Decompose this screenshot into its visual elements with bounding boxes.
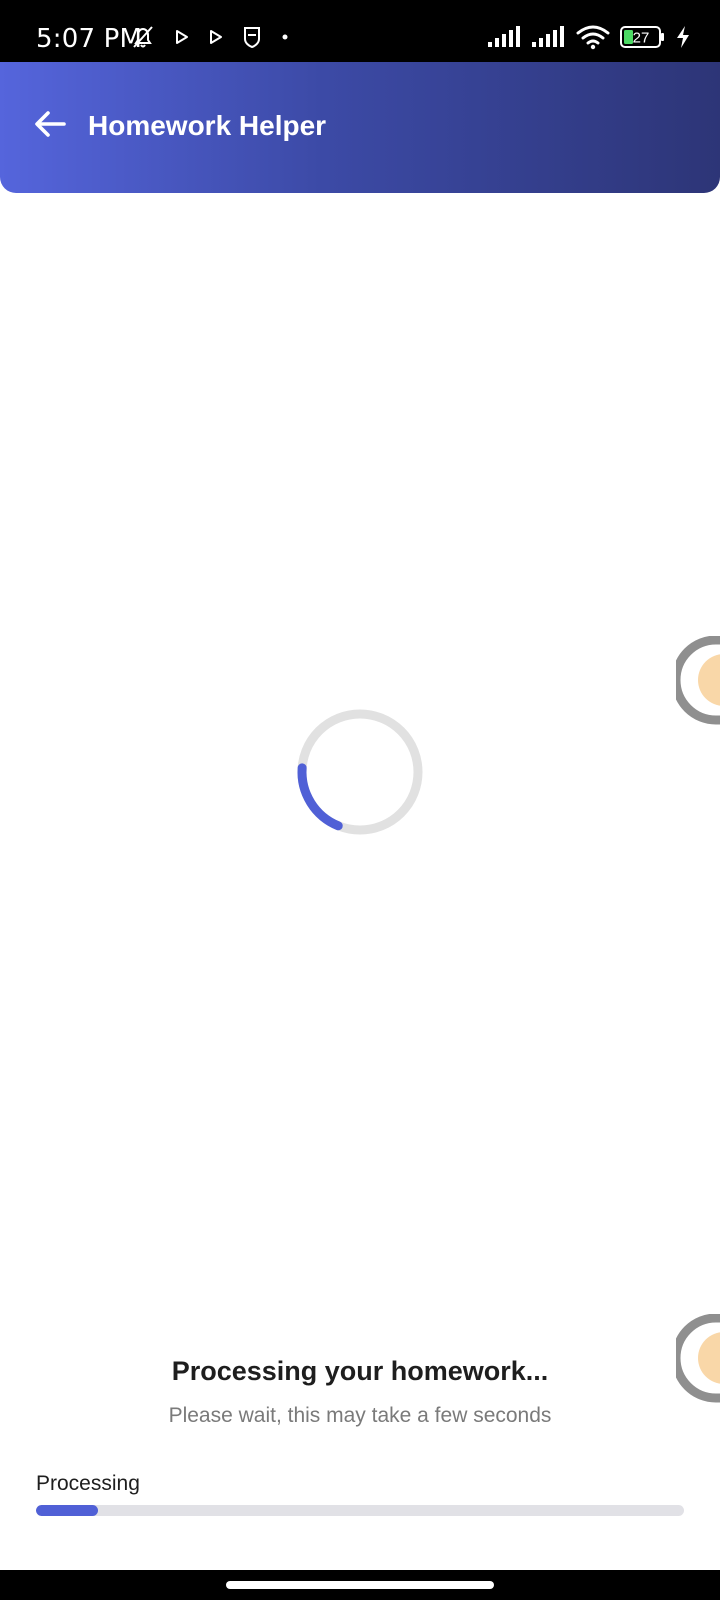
play-icon xyxy=(208,29,224,45)
back-button[interactable] xyxy=(30,104,70,144)
floating-assist-handle[interactable]: T xyxy=(671,635,720,726)
battery-icon: 27 xyxy=(620,25,666,49)
progress-fill xyxy=(36,1505,98,1516)
signal-icon xyxy=(488,26,522,48)
status-bar: 5:07 PM 27 xyxy=(0,0,720,62)
loading-spinner xyxy=(297,709,423,835)
notification-icons xyxy=(130,24,290,50)
processing-subtitle: Please wait, this may take a few seconds xyxy=(168,1404,552,1427)
home-indicator[interactable] xyxy=(226,1581,494,1589)
progress-label: Processing xyxy=(36,1472,140,1495)
processing-title: Processing your homework... xyxy=(171,1356,549,1386)
shield-icon xyxy=(242,25,262,49)
battery-level: 27 xyxy=(633,30,650,47)
play-icon xyxy=(174,29,190,45)
arrow-left-icon xyxy=(34,110,66,138)
dot-icon xyxy=(280,32,290,42)
navigation-bar xyxy=(0,1570,720,1600)
wifi-icon xyxy=(576,24,610,50)
status-time: 5:07 PM xyxy=(36,24,143,54)
mute-bell-icon xyxy=(130,24,156,50)
charging-icon xyxy=(676,26,690,48)
spinner-arc xyxy=(297,709,423,835)
app-header: Homework Helper xyxy=(0,62,720,193)
page-title: Homework Helper xyxy=(88,110,327,141)
system-icons: 27 xyxy=(488,24,690,50)
signal-icon xyxy=(532,26,566,48)
progress-bar xyxy=(36,1505,684,1516)
